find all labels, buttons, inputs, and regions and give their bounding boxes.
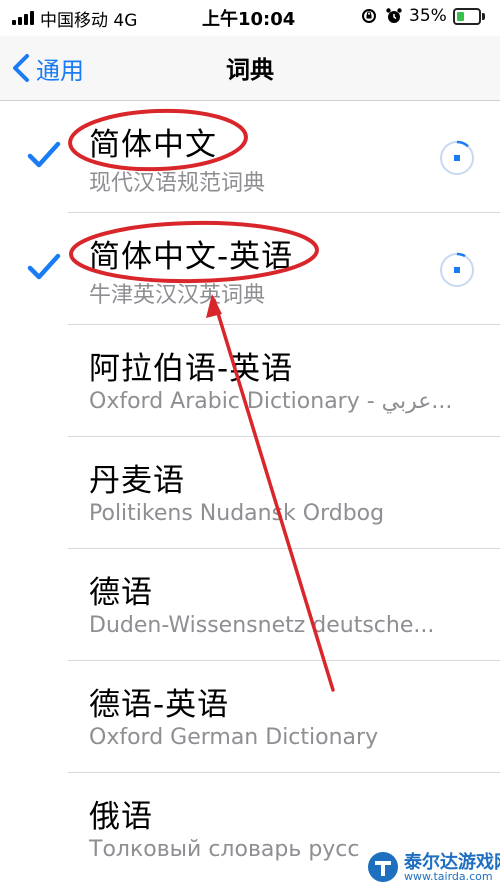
battery-icon (453, 8, 481, 25)
dictionary-row[interactable]: 德语 Duden-Wissensnetz deutsche... (0, 549, 500, 661)
download-progress-icon[interactable] (439, 140, 475, 176)
dictionary-list: 简体中文 现代汉语规范词典 简体中文-英语 牛津英汉汉英词典 阿拉伯语-英语 O… (0, 101, 500, 885)
dictionary-title: 简体中文 (89, 127, 217, 163)
dictionary-title: 德语 (89, 575, 153, 611)
download-progress-icon[interactable] (439, 252, 475, 288)
battery-percent: 35% (409, 6, 447, 26)
dictionary-subtitle: 现代汉语规范词典 (89, 171, 266, 196)
dictionary-subtitle: Politikens Nudansk Ordbog (89, 501, 385, 526)
dictionary-row[interactable]: 简体中文 现代汉语规范词典 (0, 101, 500, 213)
dictionary-row[interactable]: 阿拉伯语-英语 Oxford Arabic Dictionary - عربي.… (0, 325, 500, 437)
site-watermark: 泰尔达游戏网 www.tairda.com (366, 848, 500, 886)
status-time: 上午10:04 (202, 9, 296, 30)
dictionary-title: 俄语 (89, 799, 153, 835)
watermark-url: www.tairda.com (404, 870, 493, 883)
navigation-bar: 通用 词典 (0, 36, 500, 101)
dictionary-row[interactable]: 丹麦语 Politikens Nudansk Ordbog (0, 437, 500, 549)
signal-strength-icon (12, 9, 36, 25)
dictionary-title: 丹麦语 (89, 463, 185, 499)
dictionary-title: 阿拉伯语-英语 (89, 351, 294, 387)
dictionary-subtitle: Oxford Arabic Dictionary - عربي... (89, 389, 453, 414)
page-title: 词典 (226, 56, 274, 84)
carrier-label: 中国移动 4G (40, 11, 138, 31)
dictionary-row[interactable]: 简体中文-英语 牛津英汉汉英词典 (0, 213, 500, 325)
checkmark-icon (27, 141, 61, 168)
watermark-logo-icon (368, 852, 398, 882)
status-bar: 中国移动 4G 上午10:04 35% (0, 0, 500, 36)
dictionary-subtitle: Oxford German Dictionary (89, 725, 379, 750)
dictionary-subtitle: 牛津英汉汉英词典 (89, 283, 266, 308)
checkmark-icon (27, 253, 61, 280)
dictionary-row[interactable]: 德语-英语 Oxford German Dictionary (0, 661, 500, 773)
dictionary-subtitle: Duden-Wissensnetz deutsche... (89, 613, 435, 638)
dictionary-title: 德语-英语 (89, 687, 230, 723)
battery-tip (482, 13, 485, 20)
dictionary-title: 简体中文-英语 (89, 239, 294, 275)
alarm-icon (386, 8, 402, 23)
dictionary-subtitle: Толковый словарь русс (89, 837, 360, 862)
rotation-lock-icon (362, 9, 376, 23)
